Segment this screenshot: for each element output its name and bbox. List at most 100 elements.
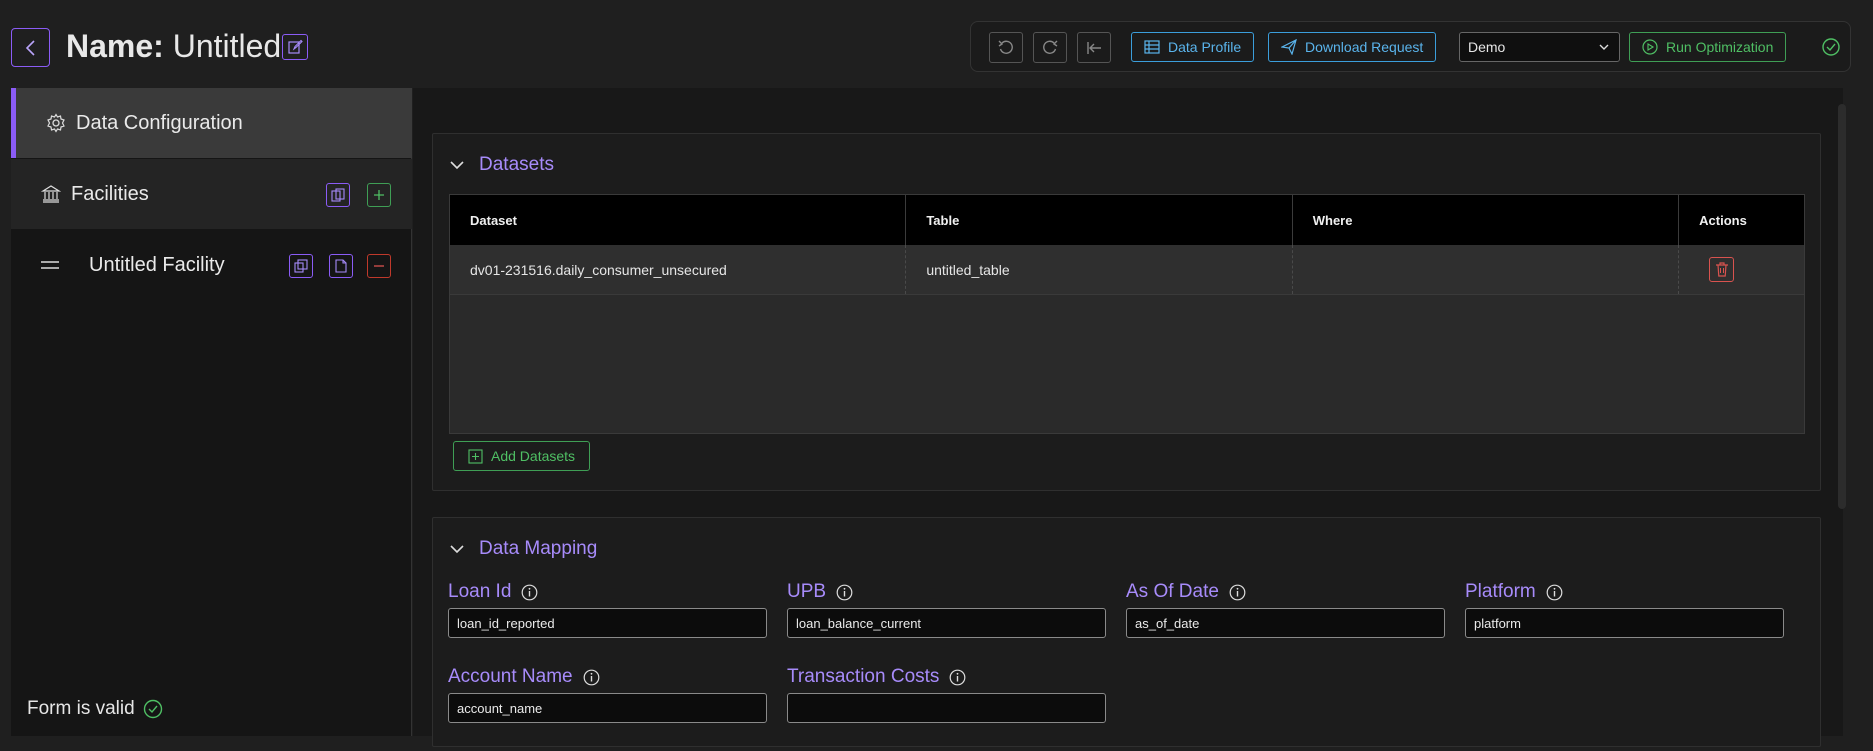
- field-upb: UPB: [787, 580, 1107, 638]
- as-of-date-input[interactable]: [1126, 608, 1445, 638]
- environment-value: Demo: [1468, 39, 1506, 55]
- plus-icon: [374, 190, 384, 200]
- column-header-dataset[interactable]: Dataset: [450, 195, 907, 245]
- run-optimization-label: Run Optimization: [1666, 39, 1774, 55]
- sidebar-item-data-configuration[interactable]: Data Configuration: [11, 88, 412, 158]
- info-icon[interactable]: [949, 669, 966, 686]
- platform-label: Platform: [1465, 581, 1536, 602]
- main-content: Datasets Dataset Table Where Actions dv0…: [413, 88, 1843, 747]
- account-name-input[interactable]: [448, 693, 767, 723]
- cell-table[interactable]: untitled_table: [906, 245, 1293, 294]
- column-header-table[interactable]: Table: [906, 195, 1293, 245]
- upb-input[interactable]: [787, 608, 1106, 638]
- name-value: Untitled: [172, 28, 282, 64]
- data-profile-label: Data Profile: [1168, 39, 1242, 55]
- redo-button[interactable]: [1033, 32, 1067, 63]
- info-icon[interactable]: [836, 584, 853, 601]
- sidebar-item-untitled-facility[interactable]: Untitled Facility: [11, 230, 412, 300]
- field-label: Transaction Costs: [787, 665, 1107, 689]
- field-account-name: Account Name: [448, 665, 768, 723]
- minus-icon: [374, 265, 384, 267]
- bank-icon: [41, 185, 61, 203]
- as-of-date-label: As Of Date: [1126, 581, 1219, 602]
- cell-where[interactable]: [1293, 245, 1680, 294]
- account-name-label: Account Name: [448, 666, 573, 687]
- datasets-panel: Datasets Dataset Table Where Actions dv0…: [432, 133, 1821, 491]
- check-circle-icon: [143, 699, 162, 719]
- page-title: Name: Untitled: [66, 28, 281, 65]
- datasets-title: Datasets: [479, 154, 554, 175]
- sidebar-item-label: Facilities: [71, 182, 149, 205]
- main-scrollbar[interactable]: [1838, 104, 1846, 509]
- field-as-of-date: As Of Date: [1126, 580, 1446, 638]
- field-loan-id: Loan Id: [448, 580, 768, 638]
- add-facility-button[interactable]: [367, 183, 391, 207]
- download-request-button[interactable]: Download Request: [1268, 32, 1437, 62]
- chevron-down-icon[interactable]: [449, 544, 465, 554]
- copy-icon: [331, 188, 345, 202]
- duplicate-icon: [294, 259, 308, 273]
- undo-button[interactable]: [989, 32, 1023, 63]
- back-button[interactable]: [11, 28, 50, 67]
- drag-handle-icon[interactable]: [41, 260, 59, 270]
- add-datasets-label: Add Datasets: [491, 448, 576, 464]
- info-icon[interactable]: [521, 584, 538, 601]
- column-header-actions: Actions: [1699, 212, 1747, 228]
- duplicate-facility-button[interactable]: [289, 254, 313, 278]
- field-label: Account Name: [448, 665, 768, 689]
- info-icon[interactable]: [1546, 584, 1563, 601]
- sidebar-item-facilities[interactable]: Facilities: [11, 159, 412, 229]
- field-label: UPB: [787, 580, 1107, 604]
- table-row[interactable]: dv01-231516.daily_consumer_unsecured unt…: [450, 245, 1804, 295]
- column-header-where[interactable]: Where: [1293, 195, 1680, 245]
- environment-select[interactable]: Demo: [1459, 32, 1620, 62]
- form-status-label: Form is valid: [27, 698, 135, 719]
- check-circle-icon: [1822, 38, 1840, 56]
- info-icon[interactable]: [1229, 584, 1246, 601]
- download-request-label: Download Request: [1305, 39, 1424, 55]
- sidebar-item-label: Data Configuration: [76, 111, 243, 134]
- field-platform: Platform: [1465, 580, 1785, 638]
- form-status: Form is valid: [27, 698, 163, 720]
- gear-icon: [47, 113, 65, 133]
- chevron-down-icon: [1599, 44, 1609, 50]
- chevron-left-icon: [25, 39, 35, 56]
- run-optimization-button[interactable]: Run Optimization: [1629, 32, 1787, 62]
- trash-icon: [1715, 262, 1728, 277]
- field-label: Platform: [1465, 580, 1785, 604]
- data-profile-button[interactable]: Data Profile: [1131, 32, 1255, 62]
- copy-facilities-button[interactable]: [326, 183, 350, 207]
- toolbar: Data Profile Download Request Demo Run O…: [970, 21, 1851, 72]
- info-icon[interactable]: [583, 669, 600, 686]
- data-mapping-panel: Data Mapping Loan Id UPB As Of Date: [432, 517, 1821, 747]
- reset-button[interactable]: [1077, 32, 1111, 63]
- document-icon: [335, 259, 347, 273]
- undo-icon: [998, 40, 1013, 54]
- redo-icon: [1043, 40, 1058, 54]
- add-datasets-button[interactable]: Add Datasets: [453, 441, 591, 471]
- sidebar: Data Configuration Facilities Untitled F…: [11, 88, 412, 736]
- send-icon: [1281, 39, 1297, 55]
- name-label: Name:: [66, 28, 164, 64]
- field-label: Loan Id: [448, 580, 768, 604]
- loan-id-input[interactable]: [448, 608, 767, 638]
- chevron-down-icon[interactable]: [449, 160, 465, 170]
- table-icon: [1144, 40, 1160, 54]
- plus-square-icon: [468, 448, 483, 464]
- datasets-header[interactable]: Datasets: [449, 154, 554, 176]
- platform-input[interactable]: [1465, 608, 1784, 638]
- facility-document-button[interactable]: [329, 254, 353, 278]
- transaction-costs-label: Transaction Costs: [787, 666, 940, 687]
- data-mapping-title: Data Mapping: [479, 538, 598, 559]
- upb-label: UPB: [787, 581, 827, 602]
- loan-id-label: Loan Id: [448, 581, 512, 602]
- remove-facility-button[interactable]: [367, 254, 391, 278]
- datasets-table: Dataset Table Where Actions dv01-231516.…: [449, 194, 1805, 434]
- transaction-costs-input[interactable]: [787, 693, 1106, 723]
- data-mapping-header[interactable]: Data Mapping: [449, 538, 597, 560]
- cell-dataset[interactable]: dv01-231516.daily_consumer_unsecured: [450, 245, 907, 294]
- delete-dataset-button[interactable]: [1709, 257, 1735, 282]
- play-circle-icon: [1642, 39, 1658, 55]
- edit-name-button[interactable]: [282, 34, 308, 60]
- sidebar-item-label: Untitled Facility: [89, 253, 225, 276]
